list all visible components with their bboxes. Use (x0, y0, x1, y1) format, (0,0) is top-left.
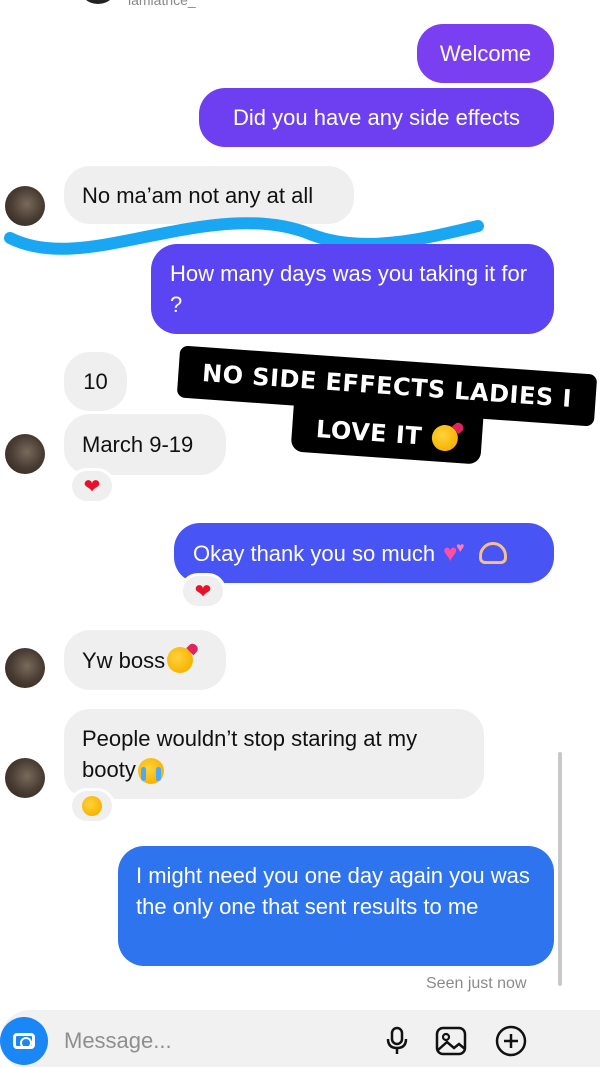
message-text: March 9-19 (82, 432, 194, 457)
message-text: How many days was you taking it for ? (170, 261, 528, 317)
scrollbar[interactable] (558, 752, 562, 986)
message-input[interactable] (64, 1024, 364, 1058)
message-text-content: People wouldn’t stop staring at my booty (82, 726, 418, 782)
message-text: People wouldn’t stop staring at my booty (82, 723, 466, 785)
sticker-text: NO SIDE EFFECTS LADIES I (201, 359, 573, 413)
header-avatar (78, 0, 118, 4)
message-okay[interactable]: Okay thank you so much (174, 523, 554, 583)
smiling-hearts-icon (167, 647, 194, 673)
message-might-need[interactable]: I might need you one day again you was t… (118, 846, 554, 966)
message-side-effects[interactable]: Did you have any side effects (199, 88, 554, 147)
gallery-button[interactable] (434, 1024, 468, 1058)
plus-button[interactable] (494, 1024, 528, 1058)
two-hearts-icon (443, 532, 469, 569)
crying-face-icon (137, 758, 164, 785)
microphone-icon (386, 1026, 408, 1054)
heart-icon: ❤ (83, 475, 101, 498)
camera-button[interactable] (0, 1017, 48, 1065)
message-welcome[interactable]: Welcome (417, 24, 554, 83)
laughing-face-icon (82, 796, 102, 816)
message-text: Yw boss (82, 647, 166, 673)
header-username: iamiatrice_ (128, 0, 196, 8)
microphone-button[interactable] (380, 1024, 414, 1058)
message-text: Welcome (439, 41, 532, 66)
reaction-heart[interactable]: ❤ (180, 573, 226, 609)
plus-circle-icon (495, 1025, 527, 1057)
message-text: 10 (83, 369, 108, 394)
message-march[interactable]: March 9-19 (64, 414, 226, 475)
message-text: Okay thank you so much (193, 540, 436, 566)
message-ten[interactable]: 10 (64, 352, 127, 411)
message-how-many-days[interactable]: How many days was you taking it for ? (151, 244, 554, 334)
reaction-heart[interactable]: ❤ (69, 468, 115, 504)
heart-icon: ❤ (194, 580, 212, 603)
heart-hands-icon (479, 542, 508, 564)
message-text: Did you have any side effects (233, 105, 520, 130)
smiling-hearts-icon (431, 424, 459, 452)
seen-status: Seen just now (426, 975, 527, 992)
message-text: I might need you one day again you was t… (136, 863, 530, 919)
sender-avatar[interactable] (5, 758, 45, 798)
message-people[interactable]: People wouldn’t stop staring at my booty (64, 709, 484, 799)
image-icon (435, 1026, 467, 1056)
message-yw-boss[interactable]: Yw boss (64, 630, 226, 690)
sender-avatar[interactable] (5, 648, 45, 688)
sender-avatar[interactable] (5, 434, 45, 474)
sticker-text: LOVE IT (315, 415, 424, 451)
camera-icon (13, 1033, 35, 1049)
reaction-laugh[interactable] (69, 788, 115, 824)
